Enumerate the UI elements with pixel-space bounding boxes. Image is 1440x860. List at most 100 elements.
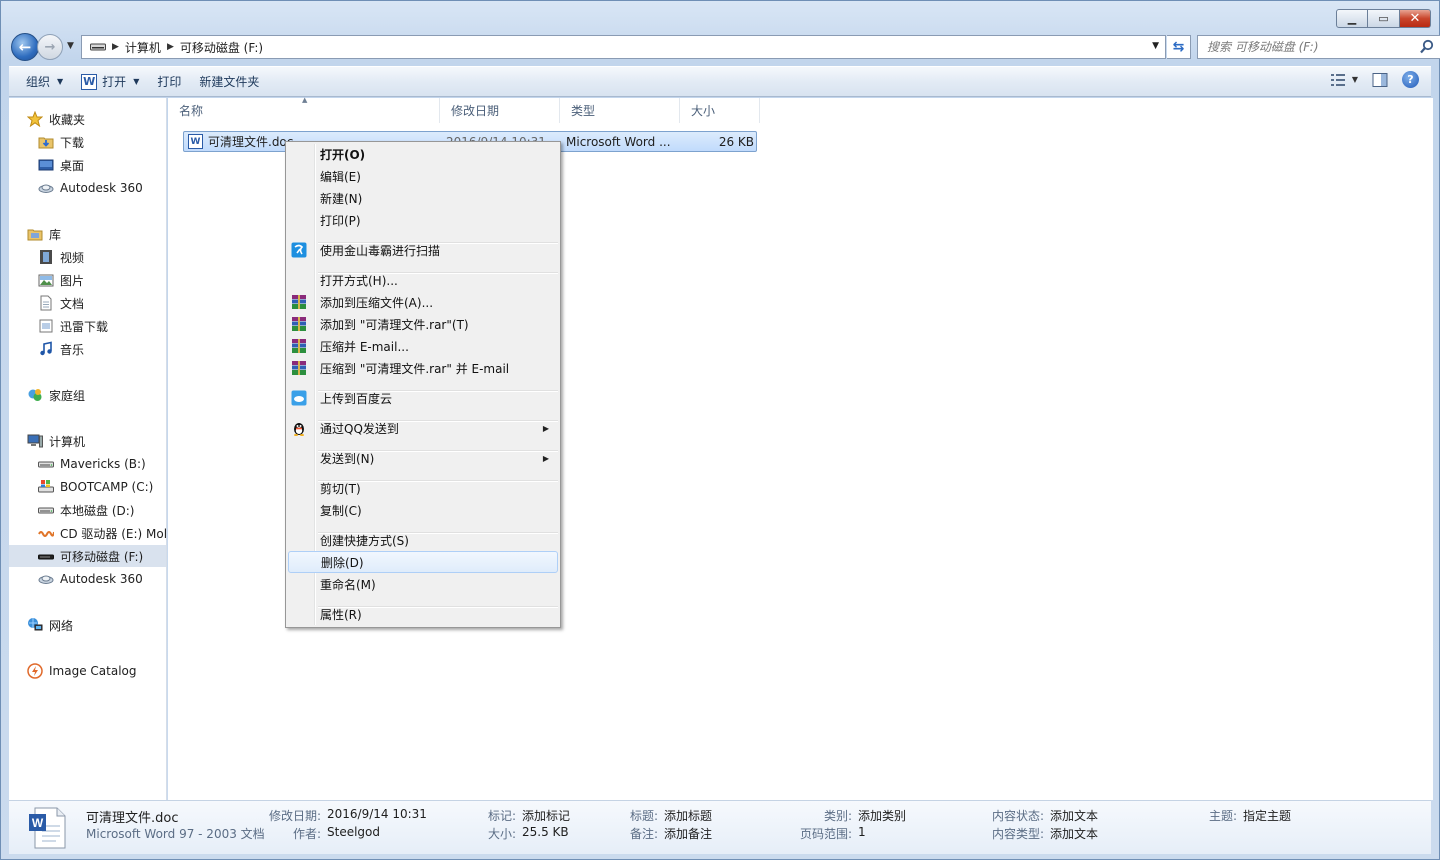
search-box[interactable]: [1197, 35, 1440, 59]
breadcrumb-computer[interactable]: 计算机: [125, 39, 161, 56]
menu-separator: [318, 420, 558, 422]
search-icon[interactable]: [1419, 39, 1435, 55]
winrar-icon: [291, 294, 307, 310]
menu-item-label: 添加到压缩文件(A)...: [320, 295, 434, 310]
sidebar-item[interactable]: Mavericks (B:): [9, 453, 166, 475]
recent-pages-dropdown[interactable]: ▼: [67, 41, 74, 51]
details-field-value[interactable]: 添加标题: [664, 807, 712, 824]
help-icon[interactable]: ?: [1402, 71, 1419, 88]
sidebar-item[interactable]: BOOTCAMP (C:): [9, 476, 166, 498]
sidebar-item[interactable]: 桌面: [9, 154, 166, 176]
svg-text:W: W: [32, 816, 44, 830]
menu-item-add-to-archive[interactable]: 添加到压缩文件(A)...: [288, 291, 558, 313]
sidebar-item-label: Image Catalog: [49, 664, 137, 678]
details-field-value[interactable]: 添加备注: [664, 825, 712, 842]
menu-item-label: 通过QQ发送到: [320, 421, 399, 436]
sidebar-item[interactable]: 本地磁盘 (D:): [9, 499, 166, 521]
refresh-button[interactable]: ⇆: [1167, 35, 1191, 59]
column-header-date[interactable]: 修改日期: [440, 98, 560, 123]
sidebar-item-label: 图片: [60, 273, 85, 288]
sidebar-item[interactable]: CD 驱动器 (E:) Mol: [9, 522, 166, 544]
open-with-word-button[interactable]: W 打开 ▼: [72, 70, 148, 94]
menu-item-rename[interactable]: 重命名(M): [288, 573, 558, 595]
sort-ascending-icon: ▲: [302, 96, 308, 104]
address-bar[interactable]: ▶ 计算机 ▶ 可移动磁盘 (F:) ▼: [81, 35, 1166, 59]
sidebar-item[interactable]: 网络: [9, 614, 166, 636]
cloud-drive-icon: [38, 180, 54, 196]
menu-item-label: 压缩到 "可清理文件.rar" 并 E-mail: [320, 361, 510, 376]
details-field-value[interactable]: 添加标记: [522, 807, 570, 824]
sidebar-item[interactable]: 计算机: [9, 430, 166, 452]
forward-button[interactable]: →: [37, 34, 63, 60]
sidebar-item[interactable]: 图片: [9, 269, 166, 291]
breadcrumb-removable-drive[interactable]: 可移动磁盘 (F:): [180, 39, 263, 56]
sidebar-item[interactable]: 文档: [9, 292, 166, 314]
sidebar-item[interactable]: 家庭组: [9, 384, 166, 406]
details-field-value[interactable]: 添加类别: [858, 807, 906, 824]
sidebar-item-label: Autodesk 360: [60, 181, 143, 195]
details-field-value[interactable]: 1: [858, 825, 866, 839]
menu-item-print[interactable]: 打印(P): [288, 209, 558, 231]
column-header-size[interactable]: 大小: [680, 98, 760, 123]
sidebar-item[interactable]: 音乐: [9, 338, 166, 360]
navigation-pane: 收藏夹 下载 桌面 Autodesk 360 库视频图片文档 迅雷下载 音乐家庭组计算机 Ma…: [9, 98, 167, 800]
preview-pane-icon[interactable]: [1372, 72, 1388, 88]
details-field-value[interactable]: 25.5 KB: [522, 825, 569, 839]
print-button[interactable]: 打印: [148, 70, 190, 94]
maximize-button[interactable]: ▭: [1368, 9, 1400, 28]
close-button[interactable]: ✕: [1400, 9, 1431, 28]
details-field-value[interactable]: 添加文本: [1050, 825, 1098, 842]
desktop-icon: [38, 157, 54, 173]
details-field-value[interactable]: Steelgod: [327, 825, 380, 839]
homegroup-icon: [27, 387, 43, 403]
chevron-down-icon: ▼: [57, 77, 64, 86]
menu-item-open[interactable]: 打开(O): [288, 143, 558, 165]
menu-item-add-to-rar[interactable]: 添加到 "可清理文件.rar"(T): [288, 313, 558, 335]
sidebar-item-label: Mavericks (B:): [60, 457, 146, 471]
breadcrumb-separator[interactable]: ▶: [167, 42, 174, 52]
menu-item-new[interactable]: 新建(N): [288, 187, 558, 209]
column-header-type[interactable]: 类型: [560, 98, 680, 123]
submenu-arrow-icon: ▶: [542, 423, 549, 433]
details-field-value[interactable]: 添加文本: [1050, 807, 1098, 824]
music-icon: [38, 341, 54, 357]
sidebar-item[interactable]: Image Catalog: [9, 660, 166, 682]
column-date-label: 修改日期: [451, 104, 500, 118]
menu-item-label: 上传到百度云: [320, 391, 393, 406]
search-input[interactable]: [1198, 36, 1408, 58]
organize-label: 组织: [26, 75, 51, 89]
column-size-label: 大小: [691, 104, 716, 118]
organize-button[interactable]: 组织 ▼: [17, 70, 72, 94]
menu-item-copy[interactable]: 复制(C): [288, 499, 558, 521]
breadcrumb-separator[interactable]: ▶: [112, 42, 119, 52]
sidebar-item[interactable]: 视频: [9, 246, 166, 268]
sidebar-item[interactable]: 可移动磁盘 (F:): [9, 545, 166, 567]
menu-item-delete[interactable]: 删除(D): [288, 551, 558, 573]
details-field-value[interactable]: 指定主题: [1243, 807, 1291, 824]
explorer-window: ▁ ▭ ✕ ← → ▼ ▶ 计算机 ▶ 可移动磁盘 (F:) ▼ ⇆ 组织 ▼ W…: [0, 0, 1440, 860]
back-button[interactable]: ←: [11, 33, 39, 61]
new-folder-button[interactable]: 新建文件夹: [190, 70, 268, 94]
menu-item-compress-email[interactable]: 压缩并 E-mail...: [288, 335, 558, 357]
details-field-value[interactable]: 2016/9/14 10:31: [327, 807, 427, 821]
details-field-label: 作者:: [292, 827, 321, 841]
winrar-icon: [291, 360, 307, 376]
minimize-button[interactable]: ▁: [1336, 9, 1368, 28]
address-dropdown[interactable]: ▼: [1152, 41, 1159, 51]
sidebar-item[interactable]: 迅雷下载: [9, 315, 166, 337]
file-type: Microsoft Word ...: [566, 134, 671, 149]
sidebar-item[interactable]: Autodesk 360: [9, 568, 166, 590]
menu-item-label: 剪切(T): [320, 481, 361, 496]
sidebar-item[interactable]: 库: [9, 223, 166, 245]
sidebar-item[interactable]: 下载: [9, 131, 166, 153]
change-view-button[interactable]: ▼: [1330, 73, 1358, 87]
menu-separator: [318, 532, 558, 534]
drive-icon: [38, 456, 54, 472]
menu-separator: [318, 480, 558, 482]
menu-item-compress-rar-email[interactable]: 压缩到 "可清理文件.rar" 并 E-mail: [288, 357, 558, 379]
sidebar-item[interactable]: 收藏夹: [9, 108, 166, 130]
menu-item-edit[interactable]: 编辑(E): [288, 165, 558, 187]
sidebar-item[interactable]: Autodesk 360: [9, 177, 166, 199]
column-header-name[interactable]: 名称 ▲: [168, 96, 440, 123]
winrar-icon: [291, 316, 307, 332]
